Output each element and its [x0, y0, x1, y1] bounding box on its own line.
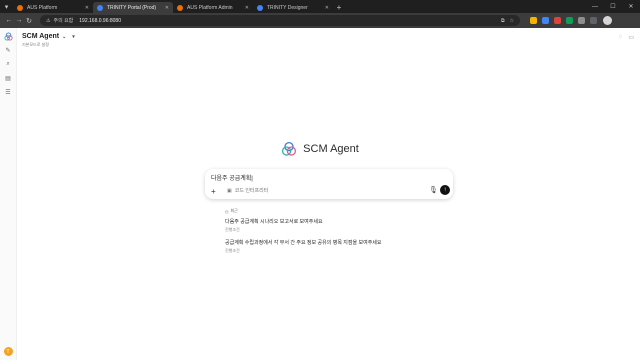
extensions-bar — [530, 17, 597, 24]
chat-header: SCM Agent ⌄ ▾ 기본모드로 설정 — [22, 33, 75, 48]
back-icon[interactable]: ← — [4, 15, 14, 27]
send-button[interactable]: ↑ — [440, 185, 450, 195]
security-label[interactable]: 주의 요함 — [53, 17, 73, 24]
address-bar[interactable]: ⚠ 주의 요함 192.168.0.96:8080 ⧉ ☆ — [40, 15, 520, 26]
code-icon: ▣ — [227, 187, 232, 194]
tab-trinity-portal[interactable]: TRINITY Portal (Prod) ✕ — [93, 2, 173, 13]
tab-close-icon[interactable]: ✕ — [325, 5, 329, 11]
attach-plus-icon[interactable]: + — [211, 187, 216, 196]
agent-subtitle: 기본모드로 설정 — [22, 42, 49, 47]
tab-favicon — [177, 4, 183, 11]
tab-title: TRINITY Designer — [267, 4, 308, 11]
maximize-icon[interactable]: ☐ — [604, 0, 622, 13]
extensions-puzzle-icon[interactable] — [590, 17, 597, 24]
search-icon[interactable]: ⌕ — [4, 60, 13, 69]
pin-icon[interactable]: ▾ — [72, 34, 75, 40]
code-interpreter-toggle[interactable]: ▣ 코드 인터프리터 — [227, 187, 269, 195]
user-avatar[interactable]: T — [3, 347, 13, 356]
extension-icon[interactable] — [566, 17, 573, 24]
hero: SCM Agent — [0, 141, 640, 157]
browser-toolbar: ← → ↻ ⚠ 주의 요함 192.168.0.96:8080 ⧉ ☆ — [0, 13, 640, 28]
share-icon[interactable]: ◌ — [619, 34, 623, 41]
prompt-input[interactable]: 다음주 공급계획| — [211, 173, 253, 182]
recent-item[interactable]: 공급계획 수립과정에서 각 부서 간 주요 정보 공유의 병목 지점을 보여주세… — [225, 239, 485, 254]
recent-label: 최근 — [230, 208, 238, 213]
bookmark-star-icon[interactable]: ☆ — [510, 18, 514, 24]
library-icon[interactable]: ▤ — [4, 74, 13, 83]
prompt-box[interactable]: 다음주 공급계획| + ▣ 코드 인터프리터 🎙 ↑ — [205, 169, 453, 199]
app-content: ✎ ⌕ ▤ ☰ T SCM Agent ⌄ ▾ 기본모드로 설정 ◌ ▭ SCM… — [0, 28, 640, 360]
tab-aus-platform-admin[interactable]: AUS Platform Admin ✕ — [173, 2, 253, 13]
warning-icon[interactable]: ⚠ — [46, 18, 50, 24]
profile-avatar[interactable] — [603, 16, 612, 25]
tab-strip: ▾ AUS Platform ✕ TRINITY Portal (Prod) ✕… — [0, 0, 640, 13]
tab-search-icon[interactable]: ▾ — [0, 0, 13, 13]
app-logo-icon[interactable] — [3, 32, 13, 41]
hero-title: SCM Agent — [303, 143, 359, 155]
scm-agent-logo-icon — [282, 141, 297, 156]
tab-favicon — [257, 4, 263, 11]
translate-icon[interactable]: ⧉ — [501, 18, 505, 24]
recent-section: ◷ 최근 다음주 공급계획 시나리오 보고서로 보여주세요 진행조건 공급계획 … — [225, 208, 485, 260]
recent-item-text[interactable]: 공급계획 수립과정에서 각 부서 간 주요 정보 공유의 병목 지점을 보여주세… — [225, 239, 485, 246]
extension-icon[interactable] — [530, 17, 537, 24]
forward-icon[interactable]: → — [14, 15, 24, 27]
history-icon[interactable]: ☰ — [4, 88, 13, 97]
minimize-icon[interactable]: — — [586, 0, 604, 13]
agent-name: SCM Agent — [22, 33, 60, 40]
recent-item[interactable]: 다음주 공급계획 시나리오 보고서로 보여주세요 진행조건 — [225, 218, 485, 233]
tab-close-icon[interactable]: ✕ — [245, 5, 249, 11]
tab-title: TRINITY Portal (Prod) — [107, 4, 157, 11]
tab-title: AUS Platform Admin — [187, 4, 233, 11]
extension-icon[interactable] — [578, 17, 585, 24]
microphone-icon[interactable]: 🎙 — [429, 186, 438, 194]
new-tab-button[interactable]: + — [333, 2, 345, 13]
url-text[interactable]: 192.168.0.96:8080 — [79, 18, 121, 24]
recent-item-text[interactable]: 다음주 공급계획 시나리오 보고서로 보여주세요 — [225, 218, 485, 225]
recent-item-meta: 진행조건 — [225, 227, 240, 232]
extension-icon[interactable] — [542, 17, 549, 24]
window-controls: — ☐ ✕ — [586, 0, 640, 13]
recent-header: ◷ 최근 — [225, 208, 485, 214]
sidebar: ✎ ⌕ ▤ ☰ T — [0, 28, 17, 360]
code-interpreter-label: 코드 인터프리터 — [234, 188, 269, 194]
reload-icon[interactable]: ↻ — [24, 15, 34, 27]
recent-item-meta: 진행조건 — [225, 248, 240, 253]
agent-selector[interactable]: SCM Agent ⌄ ▾ — [22, 33, 75, 40]
new-chat-icon[interactable]: ✎ — [4, 46, 13, 55]
tab-title: AUS Platform — [27, 4, 58, 11]
header-actions: ◌ ▭ — [619, 34, 634, 41]
tab-close-icon[interactable]: ✕ — [165, 5, 169, 11]
chevron-down-icon: ⌄ — [62, 33, 67, 40]
clock-icon: ◷ — [225, 208, 229, 214]
close-window-icon[interactable]: ✕ — [622, 0, 640, 13]
tab-trinity-designer[interactable]: TRINITY Designer ✕ — [253, 2, 333, 13]
tab-aus-platform[interactable]: AUS Platform ✕ — [13, 2, 93, 13]
panel-toggle-icon[interactable]: ▭ — [628, 34, 634, 41]
tab-favicon — [97, 4, 103, 11]
tab-favicon — [17, 4, 23, 11]
tab-close-icon[interactable]: ✕ — [85, 5, 89, 11]
extension-icon[interactable] — [554, 17, 561, 24]
